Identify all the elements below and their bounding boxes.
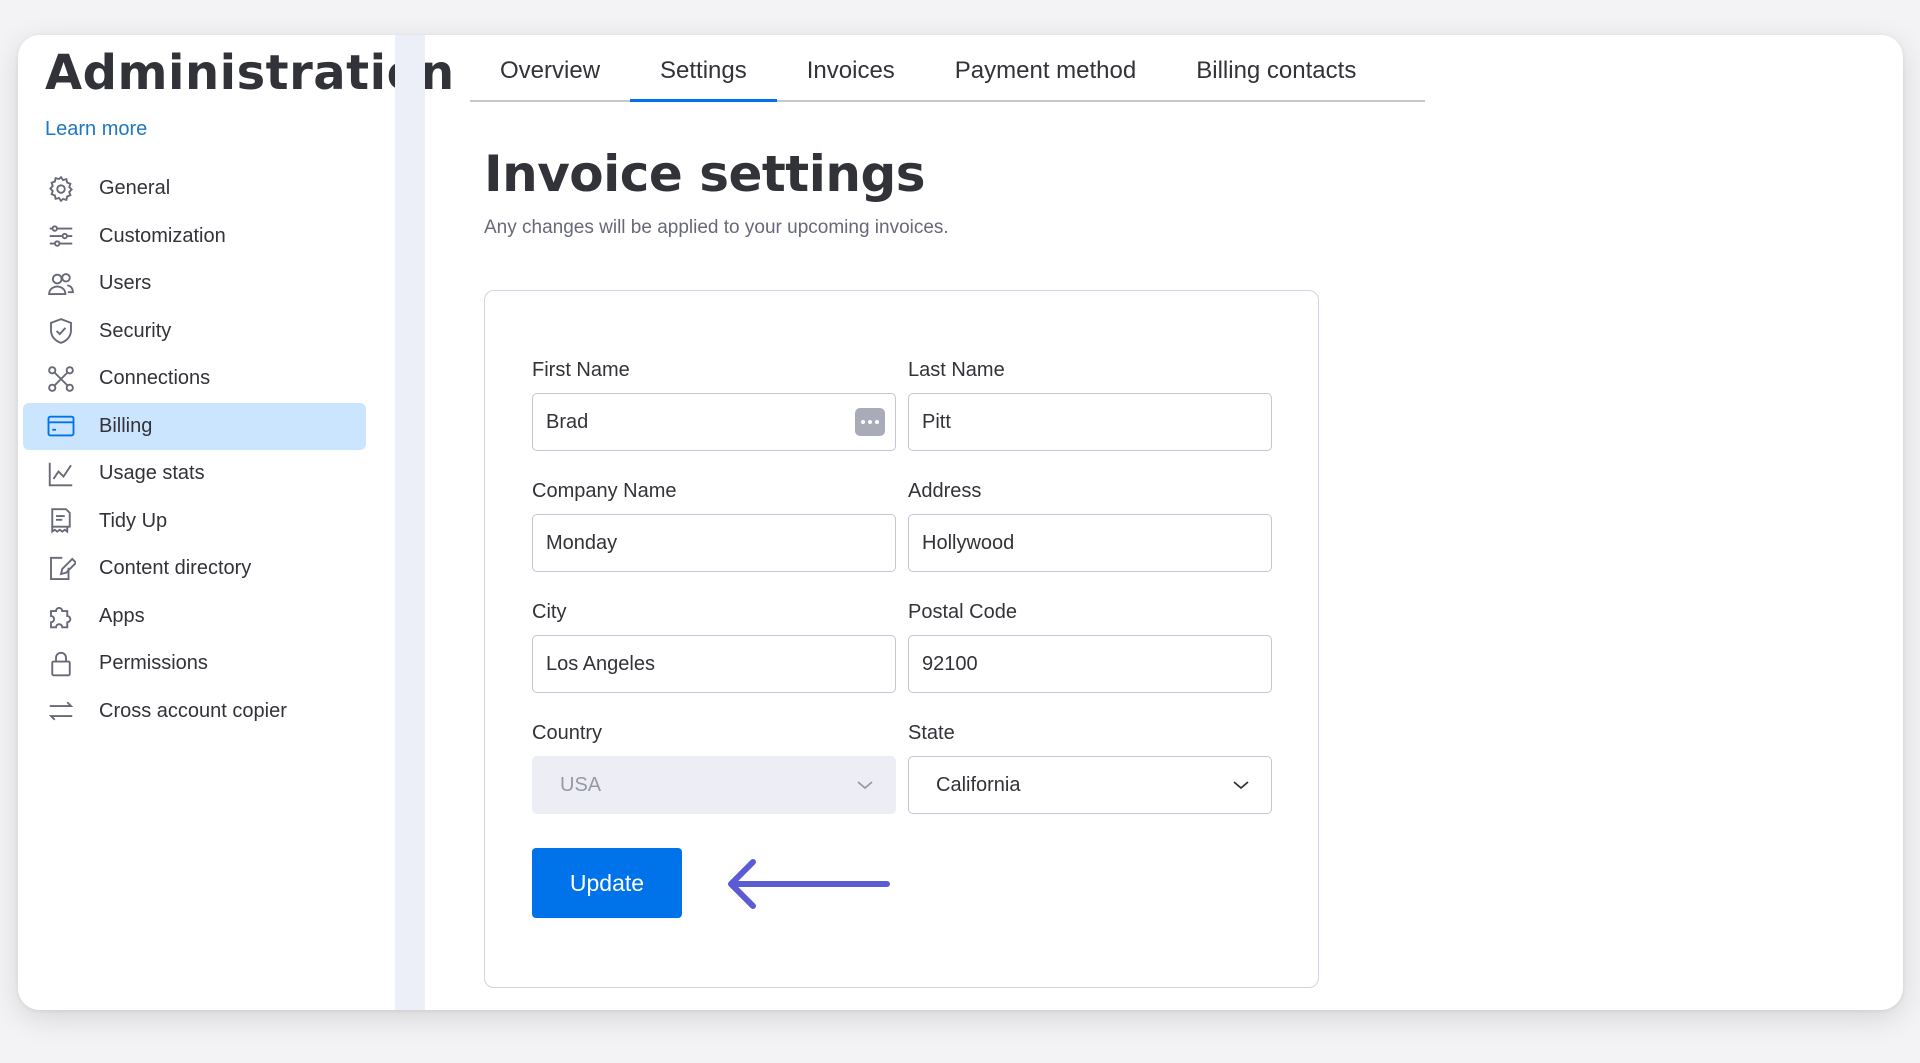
learn-more-link[interactable]: Learn more [45, 118, 147, 141]
last-name-label: Last Name [908, 359, 1005, 381]
sidebar-item-content-directory[interactable]: Content directory [23, 545, 366, 592]
sidebar-item-customization[interactable]: Customization [23, 213, 366, 260]
sidebar-item-label: General [99, 177, 171, 199]
tab-overview[interactable]: Overview [470, 53, 630, 100]
address-field: Address Hollywood [908, 477, 1272, 572]
company-name-field: Company Name Monday [532, 477, 896, 572]
app-window: Administration Learn more General Custom… [18, 35, 1903, 1010]
sidebar-item-label: Users [99, 272, 152, 294]
country-field: Country USA [532, 719, 896, 814]
sidebar-item-label: Customization [99, 224, 226, 247]
sidebar: Administration Learn more General Custom… [18, 35, 454, 1010]
sidebar-item-label: Billing [99, 414, 153, 437]
edit-document-icon [45, 553, 77, 585]
sidebar-item-general[interactable]: General [23, 165, 366, 212]
sidebar-item-security[interactable]: Security [23, 308, 366, 355]
address-label: Address [908, 480, 982, 502]
last-name-input[interactable]: Pitt [908, 393, 1272, 451]
users-icon [45, 268, 77, 300]
receipt-icon [45, 505, 77, 537]
sidebar-item-tidy-up[interactable]: Tidy Up [23, 498, 366, 545]
arrow-left-icon [728, 859, 890, 909]
state-select[interactable]: California [908, 756, 1272, 814]
sidebar-nav: General Customization Users Security Con… [23, 165, 366, 735]
tab-invoices[interactable]: Invoices [777, 53, 925, 100]
company-name-input[interactable]: Monday [532, 514, 896, 572]
page-subtitle: Any changes will be applied to your upco… [484, 217, 949, 238]
state-field: State California [908, 719, 1272, 814]
sidebar-item-cross-account-copier[interactable]: Cross account copier [23, 688, 366, 735]
state-label: State [908, 722, 955, 744]
first-name-field: First Name Brad [532, 356, 896, 451]
country-select: USA [532, 756, 896, 814]
chevron-down-icon [1229, 773, 1253, 797]
arrows-swap-icon [45, 695, 77, 727]
address-input[interactable]: Hollywood [908, 514, 1272, 572]
sidebar-item-usage-stats[interactable]: Usage stats [23, 450, 366, 497]
postal-code-field: Postal Code 92100 [908, 598, 1272, 693]
credit-card-icon [45, 410, 77, 442]
sidebar-item-permissions[interactable]: Permissions [23, 640, 366, 687]
sidebar-item-apps[interactable]: Apps [23, 593, 366, 640]
chevron-down-icon [853, 773, 877, 797]
company-name-value: Monday [546, 531, 618, 554]
tab-billing-contacts[interactable]: Billing contacts [1166, 53, 1386, 100]
gear-icon [45, 173, 77, 205]
sliders-icon [45, 220, 77, 252]
shield-icon [45, 315, 77, 347]
sidebar-item-label: Cross account copier [99, 699, 287, 722]
postal-code-value: 92100 [922, 652, 978, 675]
tab-bar: Overview Settings Invoices Payment metho… [470, 53, 1425, 102]
connections-icon [45, 363, 77, 395]
app-title: Administration [45, 45, 455, 101]
invoice-settings-card: First Name Brad Last Name Pitt Company N… [484, 290, 1319, 988]
tab-settings[interactable]: Settings [630, 53, 777, 102]
first-name-label: First Name [532, 359, 630, 381]
first-name-input[interactable]: Brad [532, 393, 896, 451]
postal-code-label: Postal Code [908, 601, 1017, 623]
address-value: Hollywood [922, 531, 1015, 554]
postal-code-input[interactable]: 92100 [908, 635, 1272, 693]
puzzle-icon [45, 600, 77, 632]
country-label: Country [532, 722, 603, 744]
sidebar-item-connections[interactable]: Connections [23, 355, 366, 402]
sidebar-divider [395, 35, 425, 1010]
sidebar-item-users[interactable]: Users [23, 260, 366, 307]
more-options-icon[interactable] [855, 408, 885, 436]
state-value: California [936, 773, 1021, 796]
city-field: City Los Angeles [532, 598, 896, 693]
city-input[interactable]: Los Angeles [532, 635, 896, 693]
chart-icon [45, 458, 77, 490]
sidebar-item-label: Usage stats [99, 462, 205, 484]
last-name-field: Last Name Pitt [908, 356, 1272, 451]
city-value: Los Angeles [546, 652, 655, 675]
lock-icon [45, 648, 77, 680]
main-content: Overview Settings Invoices Payment metho… [425, 35, 1903, 1010]
sidebar-item-label: Connections [99, 367, 211, 389]
sidebar-item-label: Apps [99, 604, 145, 627]
sidebar-item-label: Content directory [99, 557, 252, 579]
page-title: Invoice settings [484, 145, 926, 203]
sidebar-item-label: Permissions [99, 652, 208, 674]
city-label: City [532, 601, 567, 623]
update-button[interactable]: Update [532, 848, 682, 918]
sidebar-item-billing[interactable]: Billing [23, 402, 366, 450]
first-name-value: Brad [546, 410, 589, 433]
sidebar-item-label: Security [99, 319, 172, 342]
last-name-value: Pitt [922, 410, 951, 433]
country-value: USA [560, 773, 602, 796]
company-name-label: Company Name [532, 480, 677, 502]
sidebar-item-label: Tidy Up [99, 509, 168, 532]
tab-payment-method[interactable]: Payment method [925, 53, 1166, 100]
